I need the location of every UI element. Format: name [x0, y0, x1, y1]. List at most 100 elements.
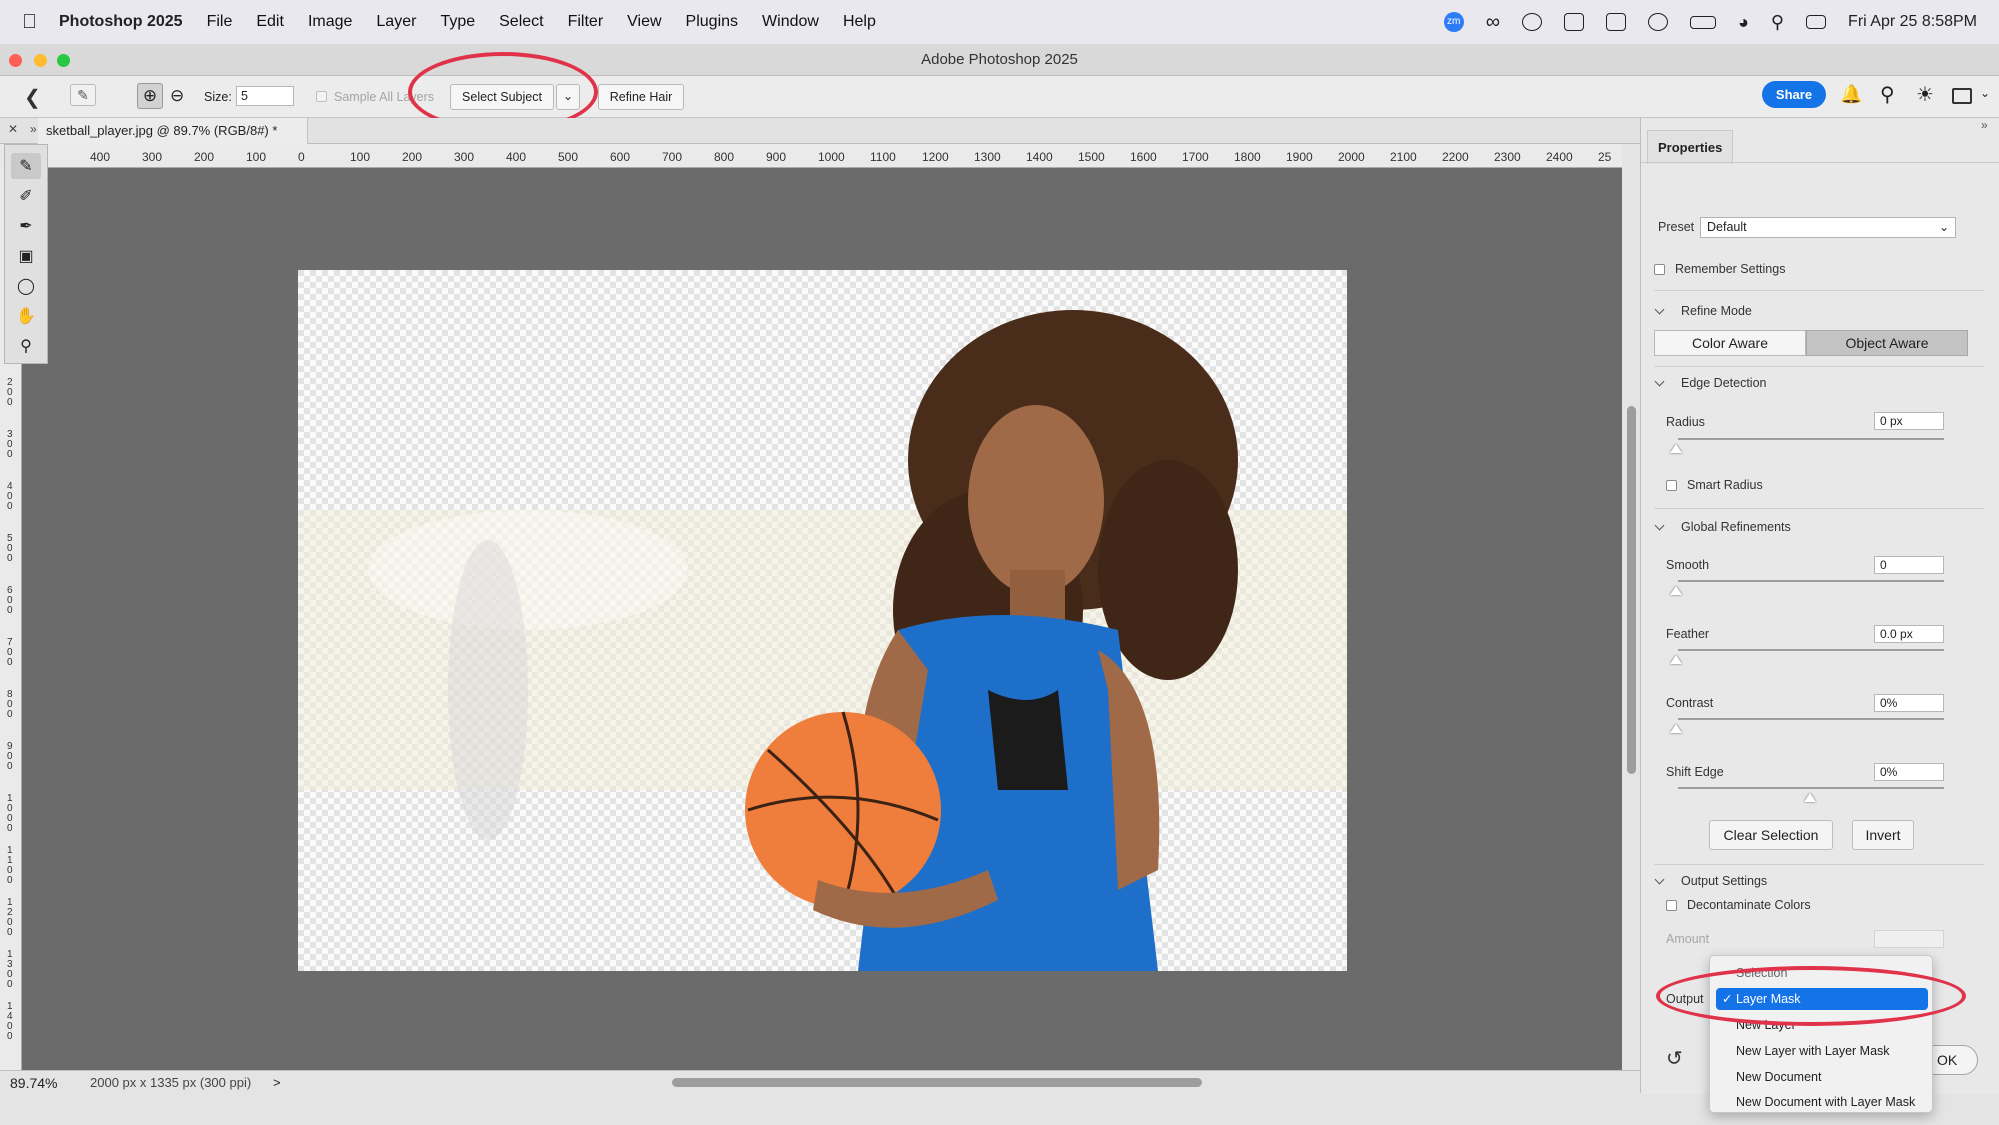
output-option-new-document-with-mask[interactable]: New Document with Layer Mask — [1736, 1095, 1915, 1109]
output-settings-title: Output Settings — [1681, 874, 1768, 888]
zoom-level[interactable]: 89.74% — [10, 1075, 57, 1091]
menubar-datetime[interactable]: Fri Apr 25 8:58PM — [1848, 13, 1977, 31]
contrast-slider-thumb[interactable] — [1670, 724, 1682, 733]
panel-tab-divider — [1641, 162, 1999, 163]
zoom-app-icon[interactable]: zm — [1443, 12, 1464, 32]
ruler-label: 100 — [246, 150, 267, 164]
menu-image[interactable]: Image — [308, 13, 352, 31]
brush-size-field[interactable]: 5 — [236, 86, 294, 106]
output-option-new-document[interactable]: New Document — [1736, 1070, 1821, 1084]
control-center-icon[interactable] — [1806, 15, 1827, 29]
menu-file[interactable]: File — [207, 13, 233, 31]
share-button[interactable]: Share — [1762, 81, 1826, 108]
apple-icon[interactable]:  — [22, 11, 37, 34]
document-image[interactable] — [298, 270, 1347, 971]
menu-edit[interactable]: Edit — [256, 13, 284, 31]
decontaminate-colors-checkbox[interactable] — [1666, 900, 1677, 911]
menu-help[interactable]: Help — [843, 13, 876, 31]
shift-edge-slider-track[interactable] — [1678, 787, 1944, 789]
color-aware-button[interactable]: Color Aware — [1654, 330, 1806, 356]
remember-settings-checkbox[interactable] — [1654, 264, 1665, 275]
spotlight-search-icon[interactable]: ⚲ — [1771, 12, 1784, 33]
menu-layer[interactable]: Layer — [376, 13, 416, 31]
menu-window[interactable]: Window — [762, 13, 819, 31]
object-aware-button[interactable]: Object Aware — [1806, 330, 1968, 356]
preset-dropdown[interactable]: Default ⌄ — [1700, 217, 1956, 238]
ruler-label: 1200 — [922, 150, 949, 164]
chevron-down-icon[interactable]: ⌄ — [1980, 86, 1990, 100]
app-name-menu[interactable]: Photoshop 2025 — [59, 13, 183, 31]
ruler-label: 1200 — [7, 897, 13, 938]
object-selection-tool-icon[interactable]: ▣ — [11, 243, 41, 269]
output-option-new-layer-with-mask[interactable]: New Layer with Layer Mask — [1736, 1044, 1890, 1058]
maximize-window-button[interactable] — [57, 54, 70, 67]
wifi-icon[interactable]: ◕ — [1738, 12, 1749, 33]
meta-icon[interactable]: ∞ — [1486, 11, 1500, 34]
menu-select[interactable]: Select — [499, 13, 543, 31]
horizontal-scroll-thumb[interactable] — [672, 1078, 1202, 1087]
expand-panels-icon[interactable]: » — [30, 122, 37, 136]
radius-label: Radius — [1666, 415, 1705, 429]
properties-tab[interactable]: Properties — [1647, 130, 1734, 164]
ruler-label: 2200 — [1442, 150, 1469, 164]
ruler-label: 0 — [298, 150, 305, 164]
menu-filter[interactable]: Filter — [568, 13, 604, 31]
creative-cloud-icon[interactable] — [1521, 13, 1542, 31]
status-menu-arrow[interactable]: > — [273, 1075, 281, 1090]
smooth-field[interactable]: 0 — [1874, 556, 1944, 574]
reset-icon[interactable]: ↺ — [1666, 1046, 1683, 1071]
workspace-icon[interactable] — [1952, 88, 1972, 104]
calendar-icon[interactable] — [1605, 13, 1626, 31]
radius-slider-thumb[interactable] — [1670, 444, 1682, 453]
ruler-label: 1100 — [870, 150, 896, 164]
add-to-selection-icon[interactable]: ⊕ — [137, 83, 163, 109]
radius-slider-track[interactable] — [1678, 438, 1944, 440]
screen-share-icon[interactable] — [1563, 13, 1584, 31]
refine-edge-brush-icon[interactable]: ✐ — [11, 183, 41, 209]
smooth-slider-track[interactable] — [1678, 580, 1944, 582]
zoom-tool-icon[interactable]: ⚲ — [11, 333, 41, 359]
document-tab[interactable]: sketball_player.jpg @ 89.7% (RGB/8#) * — [38, 118, 308, 144]
invert-button[interactable]: Invert — [1852, 820, 1914, 850]
toolbox: ✎ ✐ ✒ ▣ ◯ ✋ ⚲ — [4, 144, 48, 364]
close-window-button[interactable] — [9, 54, 22, 67]
feather-field[interactable]: 0.0 px — [1874, 625, 1944, 643]
play-icon[interactable] — [1647, 13, 1668, 31]
contrast-slider-track[interactable] — [1678, 718, 1944, 720]
battery-icon[interactable] — [1689, 15, 1716, 29]
brightness-icon[interactable]: ☀ — [1916, 82, 1934, 107]
quick-selection-tool-icon[interactable]: ✎ — [11, 153, 41, 179]
menu-view[interactable]: View — [627, 13, 661, 31]
vertical-scrollbar[interactable] — [1622, 144, 1640, 1070]
smooth-label: Smooth — [1666, 558, 1710, 572]
brush-tool-icon[interactable]: ✒ — [11, 213, 41, 239]
brush-preset-icon[interactable]: ✎ — [70, 84, 96, 106]
minimize-window-button[interactable] — [34, 54, 47, 67]
shift-edge-slider-thumb[interactable] — [1804, 793, 1816, 802]
radius-field[interactable]: 0 px — [1874, 412, 1944, 430]
ruler-label: 300 — [7, 429, 13, 460]
back-arrow-icon[interactable]: ❮ — [24, 85, 41, 110]
smooth-slider-thumb[interactable] — [1670, 586, 1682, 595]
menu-plugins[interactable]: Plugins — [686, 13, 738, 31]
contrast-field[interactable]: 0% — [1874, 694, 1944, 712]
search-icon[interactable]: ⚲ — [1880, 82, 1895, 107]
lasso-tool-icon[interactable]: ◯ — [11, 273, 41, 299]
feather-slider-thumb[interactable] — [1670, 655, 1682, 664]
menu-type[interactable]: Type — [440, 13, 475, 31]
hand-tool-icon[interactable]: ✋ — [11, 303, 41, 329]
bell-icon[interactable]: 🔔 — [1840, 84, 1862, 105]
sample-all-layers-checkbox[interactable] — [316, 91, 327, 102]
shift-edge-field[interactable]: 0% — [1874, 763, 1944, 781]
smart-radius-checkbox[interactable] — [1666, 480, 1677, 491]
refine-hair-button[interactable]: Refine Hair — [598, 84, 684, 110]
ruler-label: 1400 — [1026, 150, 1053, 164]
panel-collapse-icon[interactable]: » — [1981, 118, 1988, 132]
ruler-label: 600 — [7, 585, 13, 616]
close-tab-icon[interactable]: ✕ — [8, 122, 18, 136]
feather-slider-track[interactable] — [1678, 649, 1944, 651]
clear-selection-button[interactable]: Clear Selection — [1709, 820, 1833, 850]
subtract-from-selection-icon[interactable]: ⊖ — [170, 83, 184, 109]
ruler-label: 500 — [7, 533, 13, 564]
vertical-scroll-thumb[interactable] — [1627, 406, 1636, 774]
